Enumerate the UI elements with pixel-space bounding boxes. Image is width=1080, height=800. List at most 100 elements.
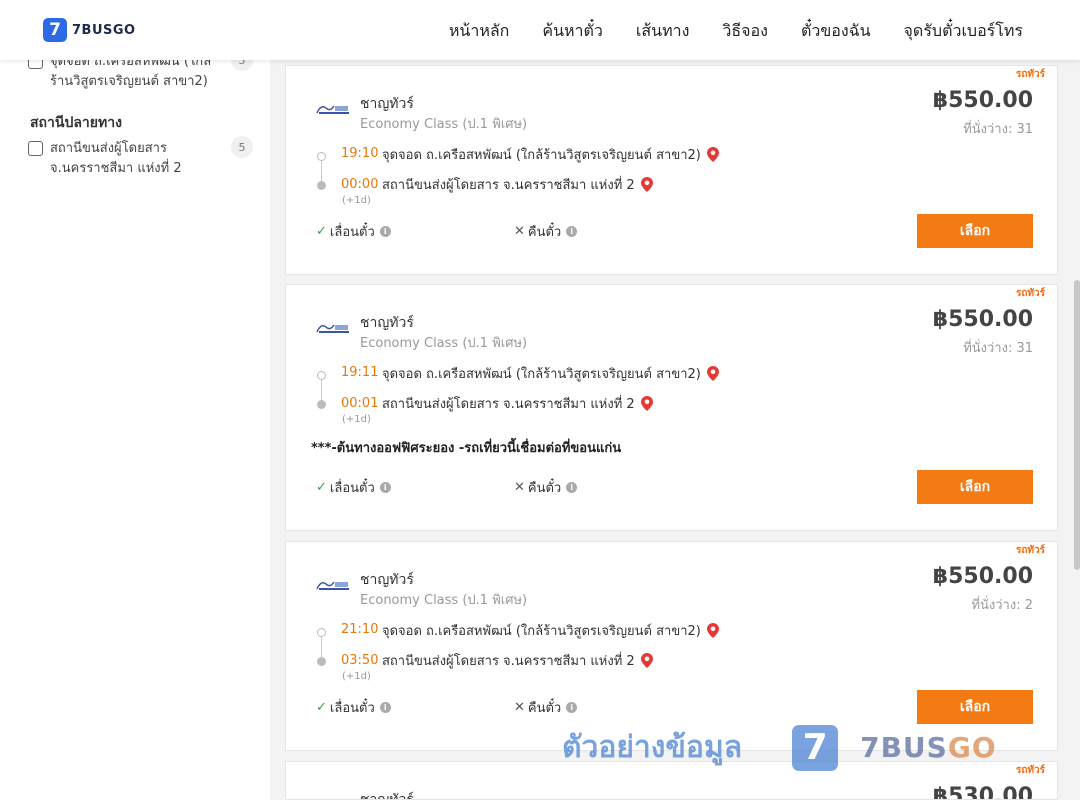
bus-type-badge: รถทัวร์: [1015, 288, 1045, 299]
timeline-line: [321, 161, 322, 181]
ticket-price: ฿550.00: [932, 307, 1033, 332]
arrival-time: 00:01: [341, 396, 379, 411]
reschedule-label: เลื่อนตั๋ว: [329, 701, 375, 716]
main-nav: หน้าหลัก ค้นหาตั๋ว เส้นทาง วิธีจอง ตั๋วข…: [449, 19, 1023, 44]
seat-class: Economy Class (ป.1 พิเศษ): [360, 336, 528, 351]
bus-type-badge: รถทัวร์: [1015, 545, 1045, 556]
arrival-dot-icon: [317, 400, 326, 409]
refund-feature: ✕ คืนตั๋ว i: [514, 697, 578, 718]
check-icon: ✓: [316, 700, 327, 715]
arrival-stop-label: สถานีขนส่งผู้โดยสาร จ.นครราชสีมา แห่งที่…: [382, 397, 635, 412]
nav-how-to-book[interactable]: วิธีจอง: [722, 19, 768, 44]
watermark-brand: 7BUSGO: [860, 731, 997, 764]
ticket-price: ฿530.00: [932, 784, 1033, 800]
info-icon[interactable]: i: [379, 482, 391, 493]
check-icon: ✓: [316, 480, 327, 495]
refund-feature: ✕ คืนตั๋ว i: [514, 477, 578, 498]
departure-stop: จุดจอด ถ.เครือสหพัฒน์ (ใกล้ร้านวิสูตรเจร…: [382, 363, 719, 384]
select-trip-button[interactable]: เลือก: [917, 470, 1033, 504]
watermark-text: ตัวอย่างข้อมูล: [562, 730, 743, 765]
departure-stop: จุดจอด ถ.เครือสหพัฒน์ (ใกล้ร้านวิสูตรเจร…: [382, 620, 719, 641]
refund-label: คืนตั๋ว: [527, 481, 562, 496]
destination-filter-option[interactable]: สถานีขนส่งผู้โดยสาร จ.นครราชสีมา แห่งที่…: [28, 136, 253, 179]
info-icon[interactable]: i: [379, 226, 391, 237]
filter-sidebar: จุดจอด ถ.เครือสหพัฒน์ (ใกล้ร้านวิสูตรเจร…: [0, 49, 270, 800]
refund-feature: ✕ คืนตั๋ว i: [514, 221, 578, 242]
nav-search-tickets[interactable]: ค้นหาตั๋ว: [542, 19, 603, 44]
watermark-brand-go: GO: [947, 731, 997, 764]
map-pin-icon[interactable]: [640, 653, 653, 668]
map-pin-icon[interactable]: [640, 396, 653, 411]
check-icon: ✓: [316, 224, 327, 239]
map-pin-icon[interactable]: [706, 623, 719, 638]
reschedule-label: เลื่อนตั๋ว: [329, 481, 375, 496]
map-pin-icon[interactable]: [706, 366, 719, 381]
info-icon[interactable]: i: [379, 702, 391, 713]
trip-card: รถทัวร์ ชาญทัวร์ Economy Class (ป.1 พิเศ…: [285, 541, 1058, 751]
departure-time: 19:10: [341, 146, 379, 161]
watermark-brand-main: 7BUS: [860, 731, 948, 764]
page-scrollbar-thumb[interactable]: [1074, 280, 1080, 570]
departure-stop: จุดจอด ถ.เครือสหพัฒน์ (ใกล้ร้านวิสูตรเจร…: [382, 144, 719, 165]
site-logo[interactable]: 7 7BUSGO: [43, 18, 136, 42]
arrival-time: 03:50: [341, 653, 379, 668]
arrival-dot-icon: [317, 181, 326, 190]
select-trip-button[interactable]: เลือก: [917, 690, 1033, 724]
cross-icon: ✕: [514, 700, 525, 715]
refund-label: คืนตั๋ว: [527, 225, 562, 240]
map-pin-icon[interactable]: [706, 147, 719, 162]
sample-data-watermark: ตัวอย่างข้อมูล 7 7BUSGO: [562, 724, 997, 771]
refund-label: คืนตั๋ว: [527, 701, 562, 716]
departure-stop-label: จุดจอด ถ.เครือสหพัฒน์ (ใกล้ร้านวิสูตรเจร…: [382, 624, 701, 639]
operator-logo-icon: [316, 324, 349, 333]
next-day-indicator: (+1d): [342, 195, 371, 206]
operator-name: ชาญทัวร์: [360, 572, 414, 588]
map-pin-icon[interactable]: [640, 177, 653, 192]
select-trip-button[interactable]: เลือก: [917, 214, 1033, 248]
seat-class: Economy Class (ป.1 พิเศษ): [360, 593, 528, 608]
top-header: 7 7BUSGO หน้าหลัก ค้นหาตั๋ว เส้นทาง วิธี…: [0, 0, 1080, 60]
bus-type-badge: รถทัวร์: [1015, 69, 1045, 80]
departure-dot-icon: [317, 152, 326, 161]
reschedule-feature: ✓ เลื่อนตั๋ว i: [316, 221, 391, 242]
next-day-indicator: (+1d): [342, 414, 371, 425]
arrival-dot-icon: [317, 657, 326, 666]
timeline-line: [321, 637, 322, 657]
seat-class: Economy Class (ป.1 พิเศษ): [360, 117, 528, 132]
ticket-price: ฿550.00: [932, 88, 1033, 113]
seats-available: ที่นั่งว่าง: 31: [963, 122, 1033, 137]
trip-card: รถทัวร์ ชาญทัวร์ Economy Class (ป.1 พิเศ…: [285, 65, 1058, 275]
operator-name: ชาญทัวร์: [360, 315, 414, 331]
destination-filter-title: สถานีปลายทาง: [30, 115, 122, 131]
cross-icon: ✕: [514, 224, 525, 239]
arrival-time: 00:00: [341, 177, 379, 192]
ticket-price: ฿550.00: [932, 564, 1033, 589]
nav-routes[interactable]: เส้นทาง: [636, 19, 690, 44]
bus-type-badge: รถทัวร์: [1015, 765, 1045, 776]
operator-name: ชาญทัวร์: [360, 792, 414, 800]
departure-dot-icon: [317, 628, 326, 637]
trip-card: รถทัวร์ ชาญทัวร์ Economy Class (ป.1 พิเศ…: [285, 284, 1058, 531]
destination-filter-checkbox[interactable]: [28, 141, 43, 156]
watermark-logo-icon: 7: [792, 724, 839, 771]
arrival-stop: สถานีขนส่งผู้โดยสาร จ.นครราชสีมา แห่งที่…: [382, 650, 653, 671]
operator-logo-icon: [316, 581, 349, 590]
reschedule-feature: ✓ เลื่อนตั๋ว i: [316, 697, 391, 718]
info-icon[interactable]: i: [566, 482, 578, 493]
trip-note: ***-ต้นทางออฟฟิศระยอง -รถเที่ยวนี้เชื่อม…: [311, 441, 622, 456]
seats-available: ที่นั่งว่าง: 31: [963, 341, 1033, 356]
reschedule-label: เลื่อนตั๋ว: [329, 225, 375, 240]
info-icon[interactable]: i: [566, 702, 578, 713]
operator-name: ชาญทัวร์: [360, 96, 414, 112]
info-icon[interactable]: i: [566, 226, 578, 237]
operator-logo-icon: [316, 105, 349, 114]
cross-icon: ✕: [514, 480, 525, 495]
departure-stop-label: จุดจอด ถ.เครือสหพัฒน์ (ใกล้ร้านวิสูตรเจร…: [382, 148, 701, 163]
destination-filter-count: 5: [231, 136, 253, 158]
arrival-stop: สถานีขนส่งผู้โดยสาร จ.นครราชสีมา แห่งที่…: [382, 174, 653, 195]
nav-home[interactable]: หน้าหลัก: [449, 19, 510, 44]
logo-text: 7BUSGO: [72, 22, 136, 38]
nav-ticket-pickup-contacts[interactable]: จุดรับตั๋วเบอร์โทร: [904, 19, 1023, 44]
nav-my-tickets[interactable]: ตั๋วของฉัน: [801, 19, 871, 44]
reschedule-feature: ✓ เลื่อนตั๋ว i: [316, 477, 391, 498]
